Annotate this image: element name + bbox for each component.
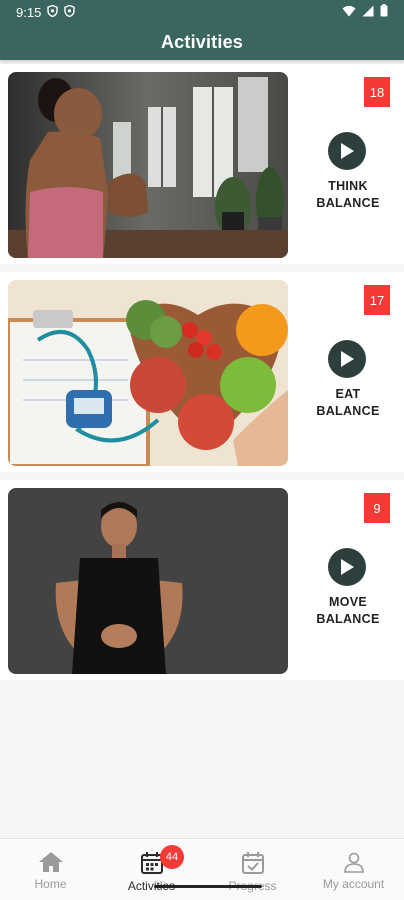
play-icon <box>341 351 354 367</box>
nav-label-my-account: My account <box>322 877 385 891</box>
nav-item-home[interactable]: Home <box>0 839 101 900</box>
calendar-check-icon <box>241 852 264 874</box>
person-icon <box>343 852 364 873</box>
meditation-photo[interactable] <box>8 72 288 258</box>
signal-icon <box>362 5 374 20</box>
activity-card-think-balance[interactable]: 18 THINK BALANCE <box>0 64 404 264</box>
status-time: 9:15 <box>16 4 42 20</box>
status-bar: 9:15 <box>0 0 404 24</box>
play-button[interactable] <box>328 340 366 378</box>
activity-card-eat-balance[interactable]: 17 EAT BALANCE <box>0 272 404 472</box>
status-right <box>342 4 388 20</box>
shield-icon <box>47 4 59 20</box>
battery-icon <box>380 4 388 20</box>
fitness-man-photo[interactable] <box>8 488 288 674</box>
app-bar: Activities <box>0 24 404 60</box>
nav-item-progress[interactable]: Progress <box>202 839 303 900</box>
status-left: 9:15 <box>16 4 76 20</box>
play-button[interactable] <box>328 132 366 170</box>
activity-label[interactable]: THINK BALANCE <box>298 178 398 212</box>
play-button[interactable] <box>328 548 366 586</box>
nav-item-activities[interactable]: Activities <box>101 839 202 900</box>
activity-label[interactable]: MOVE BALANCE <box>298 594 398 628</box>
nav-item-my-account[interactable]: My account <box>303 839 404 900</box>
home-indicator[interactable] <box>154 885 262 888</box>
shield-icon <box>64 4 76 20</box>
activity-count-badge: 17 <box>364 285 390 315</box>
page-title: Activities <box>160 31 244 52</box>
nav-label-home: Home <box>34 877 67 891</box>
nav-badge-activities: 44 <box>160 845 184 869</box>
activity-count-badge: 18 <box>364 77 390 107</box>
wifi-icon <box>342 5 356 20</box>
play-icon <box>341 143 354 159</box>
play-icon <box>341 559 354 575</box>
activity-label[interactable]: EAT BALANCE <box>298 386 398 420</box>
bottom-navigation: Home Activities Progress My <box>0 838 404 900</box>
healthy-food-photo[interactable] <box>8 280 288 466</box>
activity-card-move-balance[interactable]: 9 MOVE BALANCE <box>0 480 404 680</box>
activity-count-badge: 9 <box>364 493 390 523</box>
home-icon <box>38 852 63 872</box>
